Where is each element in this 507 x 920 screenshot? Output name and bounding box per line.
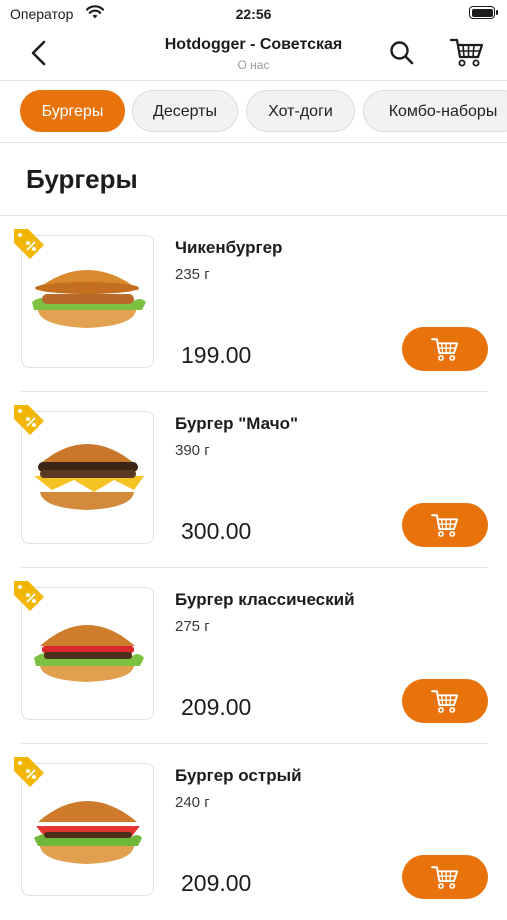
product-name: Бургер "Мачо"	[175, 414, 299, 433]
product-card[interactable]: Бургер классический 275 г 209.00	[0, 568, 507, 744]
discount-tag-icon	[14, 581, 44, 611]
about-link[interactable]: О нас	[0, 58, 507, 72]
search-icon[interactable]	[387, 38, 417, 68]
product-card[interactable]: Бургер "Мачо" 390 г 300.00	[0, 392, 507, 568]
tab-hotdogs[interactable]: Хот-доги	[246, 90, 355, 132]
tab-burgers[interactable]: Бургеры	[20, 90, 125, 132]
tab-desserts[interactable]: Десерты	[132, 90, 238, 132]
discount-tag-icon	[14, 405, 44, 435]
add-to-cart-button[interactable]	[402, 327, 488, 371]
add-to-cart-icon	[431, 690, 459, 713]
product-card[interactable]: Чикенбургер 235 г 199.00	[0, 216, 507, 392]
category-tabs: Бургеры Десерты Хот-доги Комбо-наборы	[0, 80, 507, 143]
product-name: Бургер острый	[175, 766, 302, 785]
cart-icon[interactable]	[449, 36, 485, 68]
product-name: Бургер классический	[175, 590, 355, 609]
status-time: 22:56	[235, 6, 272, 22]
product-price: 199.00	[181, 342, 252, 368]
discount-tag-icon	[14, 229, 44, 259]
product-weight: 240 г	[175, 794, 210, 811]
section-title: Бургеры	[26, 164, 138, 194]
add-to-cart-icon	[431, 338, 459, 361]
product-price: 209.00	[181, 870, 252, 896]
product-price: 209.00	[181, 694, 252, 720]
page-title: Hotdogger - Советская	[164, 36, 343, 53]
discount-tag-icon	[14, 757, 44, 787]
add-to-cart-icon	[431, 866, 459, 889]
product-name: Чикенбургер	[175, 238, 283, 257]
product-price: 300.00	[181, 518, 252, 544]
product-weight: 390 г	[175, 442, 210, 459]
add-to-cart-icon	[431, 514, 459, 537]
product-weight: 275 г	[175, 618, 210, 635]
add-to-cart-button[interactable]	[402, 679, 488, 723]
status-bar: Оператор 22:56	[0, 0, 507, 28]
product-card[interactable]: Бургер острый 240 г 209.00	[0, 744, 507, 920]
tab-combos[interactable]: Комбо-наборы	[363, 90, 507, 132]
add-to-cart-button[interactable]	[402, 855, 488, 899]
navigation-bar: Hotdogger - Советская О нас	[0, 28, 507, 81]
product-weight: 235 г	[175, 266, 210, 283]
battery-icon	[469, 6, 498, 19]
add-to-cart-button[interactable]	[402, 503, 488, 547]
